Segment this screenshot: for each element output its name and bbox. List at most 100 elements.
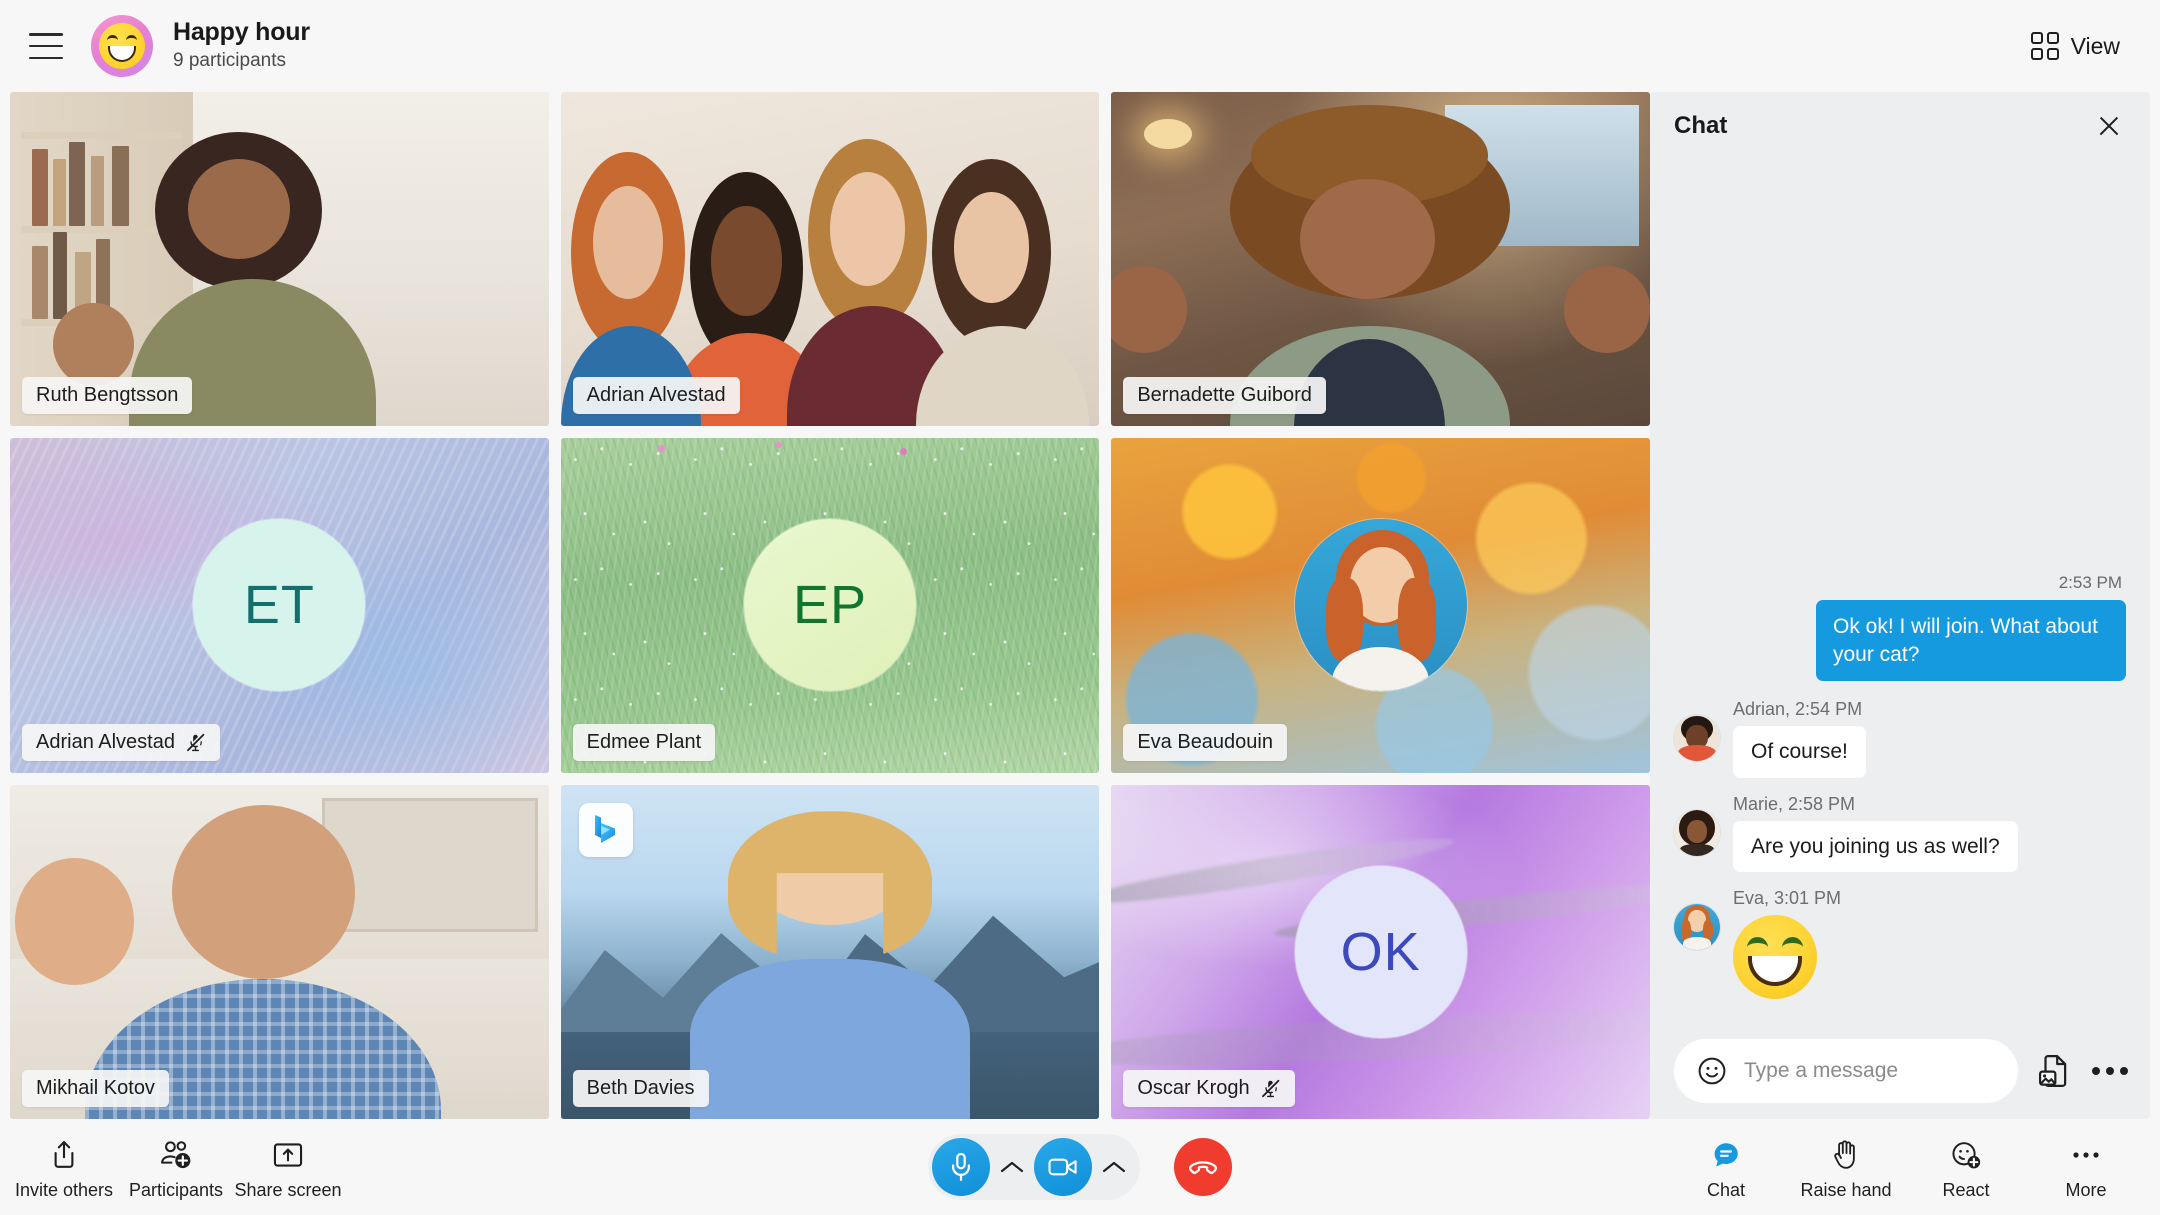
call-controls-left: Invite others Participants Share screen [8,1134,344,1201]
smiley-icon[interactable] [1696,1055,1728,1087]
chat-message-outgoing: 2:53 PM Ok ok! I will join. What about y… [1674,573,2126,682]
share-screen-label: Share screen [234,1179,342,1200]
video-feed [560,92,1100,427]
chat-button[interactable]: Chat [1666,1134,1786,1201]
chat-panel-title: Chat [1674,112,1728,139]
participant-name-chip: Adrian Alvestad [572,377,740,415]
participant-initials-avatar: EP [743,519,916,692]
chevron-up-icon [1102,1161,1126,1173]
raise-hand-button[interactable]: Raise hand [1786,1134,1906,1201]
video-feed [10,92,549,427]
message-bubble: Ok ok! I will join. What about your cat? [1816,599,2126,682]
microphone-muted-icon [187,733,205,751]
message-bubble: Of course! [1733,726,1866,778]
participant-name: Ruth Bengtsson [36,384,179,407]
participant-tile[interactable]: Mikhail Kotov [10,784,549,1119]
message-emoji [1733,915,1817,999]
more-button[interactable]: More [2026,1134,2146,1201]
view-button[interactable]: View [2021,24,2130,68]
end-call-button[interactable] [1174,1138,1232,1196]
react-emoji-add-icon [1950,1138,1982,1172]
participant-count: 9 participants [173,50,287,72]
participant-name-chip: Ruth Bengtsson [22,377,193,415]
share-screen-button[interactable]: Share screen [232,1134,344,1201]
participant-initials: ET [243,575,315,636]
participant-name-chip: Edmee Plant [572,723,716,761]
participant-initials: EP [792,575,867,636]
camera-options-button[interactable] [1092,1138,1136,1196]
av-controls-pill [928,1134,1140,1200]
video-stage: Ruth Bengtsson Adrian Alvestad Bernadett… [10,92,1650,1119]
microphone-muted-icon [1261,1079,1279,1098]
participant-tile[interactable]: Adrian Alvestad [560,92,1100,427]
chat-compose-bar: Type a message [1650,1023,2150,1119]
participant-name: Adrian Alvestad [36,730,175,753]
participant-tile[interactable]: Beth Davies [560,784,1100,1119]
call-controls-bar: Invite others Participants Share screen … [0,1119,2160,1215]
participant-tile[interactable]: OK Oscar Krogh [1111,784,1650,1119]
participant-name: Bernadette Guibord [1137,384,1312,407]
chat-message-incoming: Adrian, 2:54 PM Of course! [1674,699,2126,778]
people-add-icon [159,1138,193,1172]
call-controls-right: Chat Raise hand React More [1666,1134,2146,1201]
avatar [1674,904,1720,950]
more-options-icon [2071,1138,2101,1172]
call-controls-center [928,1134,1232,1200]
bing-logo-badge [578,802,633,857]
raise-hand-icon [1832,1138,1860,1172]
smiling-face-icon [99,23,145,69]
participant-name: Eva Beaudouin [1137,730,1273,753]
chat-button-label: Chat [1706,1179,1746,1200]
avatar [1674,715,1720,762]
participants-button[interactable]: Participants [120,1134,232,1201]
participant-initials: OK [1340,921,1421,982]
grinning-face-emoji-icon [1733,915,1817,999]
chat-panel-header: Chat [1650,92,2150,160]
microphone-options-button[interactable] [990,1138,1034,1196]
participant-avatar [1294,519,1467,692]
page-title: Happy hour [173,18,310,47]
participant-initials-avatar: ET [193,519,366,692]
message-input[interactable]: Type a message [1674,1039,2018,1103]
share-upload-icon [49,1138,79,1172]
participant-tile[interactable]: Eva Beaudouin [1111,438,1650,773]
camera-button[interactable] [1034,1138,1092,1196]
participant-name: Adrian Alvestad [586,384,726,407]
participant-tile[interactable]: Bernadette Guibord [1111,92,1650,427]
react-label: React [1942,1179,1990,1200]
more-options-icon[interactable] [2092,1067,2128,1075]
participant-name-chip: Mikhail Kotov [22,1070,169,1107]
participant-tile[interactable]: ET Adrian Alvestad [10,438,549,773]
participant-tile[interactable]: Ruth Bengtsson [10,92,549,427]
video-feed [10,784,549,1119]
message-input-placeholder: Type a message [1744,1059,1899,1082]
participant-name-chip: Oscar Krogh [1123,1070,1295,1107]
hamburger-menu-icon[interactable] [29,33,63,59]
message-sender-time: Marie, 2:58 PM [1733,793,1856,814]
participant-initials-avatar: OK [1294,865,1467,1038]
video-camera-icon [1048,1158,1077,1176]
participant-name: Edmee Plant [586,730,702,753]
participant-tile[interactable]: EP Edmee Plant [560,438,1100,773]
microphone-icon [952,1152,970,1182]
invite-others-button[interactable]: Invite others [8,1134,120,1201]
participant-name: Mikhail Kotov [36,1077,155,1099]
avatar [1674,809,1720,856]
chat-message-list: 2:53 PM Ok ok! I will join. What about y… [1650,160,2150,1023]
microphone-button[interactable] [932,1138,990,1196]
participant-name-chip: Beth Davies [572,1070,709,1107]
participant-name: Beth Davies [586,1077,695,1099]
react-button[interactable]: React [1906,1134,2026,1201]
participant-name-chip: Bernadette Guibord [1123,377,1326,415]
participant-name-chip: Adrian Alvestad [22,723,220,761]
chat-message-incoming: Marie, 2:58 PM Are you joining us as wel… [1674,794,2126,872]
message-sender-time: Adrian, 2:54 PM [1733,699,1863,720]
close-icon[interactable] [2094,111,2124,141]
meeting-title-block: Happy hour 9 participants [173,18,310,73]
grid-view-icon [2030,32,2059,60]
image-file-icon[interactable] [2036,1052,2074,1090]
participant-name-chip: Eva Beaudouin [1123,723,1287,761]
chat-message-incoming: Eva, 3:01 PM [1674,888,2126,999]
message-bubble: Are you joining us as well? [1733,820,2018,872]
view-button-label: View [2070,32,2120,59]
